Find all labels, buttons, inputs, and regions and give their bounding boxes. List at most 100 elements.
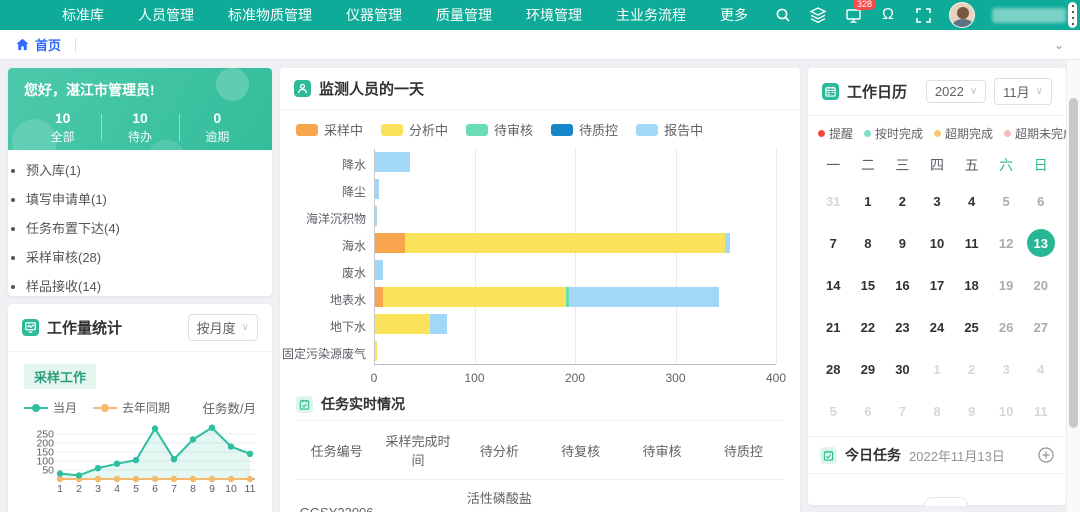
calendar-day[interactable]: 2 (885, 180, 920, 222)
legend-item[interactable]: 当月 (24, 399, 77, 416)
todo-list-item[interactable]: 填写申请单(1) (26, 185, 254, 214)
calendar-day[interactable]: 6 (1023, 180, 1058, 222)
calendar-day[interactable]: 16 (885, 264, 920, 306)
todo-list-item[interactable]: 采样审核(28) (26, 243, 254, 272)
calendar-day[interactable]: 7 (816, 222, 851, 264)
calendar-day[interactable]: 8 (851, 222, 886, 264)
calendar-day[interactable]: 11 (954, 222, 989, 264)
calendar-day[interactable]: 5 (989, 180, 1024, 222)
bar-row[interactable]: 海洋沉积物 (374, 203, 776, 230)
calendar-day[interactable]: 2 (954, 348, 989, 390)
bar-row[interactable]: 固定污染源废气 (374, 338, 776, 365)
calendar-day[interactable]: 4 (1023, 348, 1058, 390)
svg-text:5: 5 (133, 483, 139, 495)
nav-item[interactable]: 质量管理 (436, 5, 492, 25)
today-tasks-header: 今日任务 2022年11月13日 (808, 436, 1066, 474)
greeting-text: 您好，湛江市管理员! (24, 80, 256, 100)
omega-icon[interactable]: Ω (879, 6, 897, 24)
legend-item[interactable]: 分析中 (381, 120, 448, 139)
collapse-handle[interactable] (924, 497, 968, 506)
calendar-day[interactable]: 28 (816, 348, 851, 390)
bar-row[interactable]: 地表水 (374, 284, 776, 311)
nav-item[interactable]: 人员管理 (138, 5, 194, 25)
calendar-day[interactable]: 14 (816, 264, 851, 306)
calendar-day-selected[interactable]: 13 (1023, 222, 1058, 264)
legend-item[interactable]: 采样中 (296, 120, 363, 139)
notifications-icon[interactable]: 328 (844, 6, 862, 24)
calendar-day[interactable]: 9 (885, 222, 920, 264)
today-date: 2022年11月13日 (909, 446, 1005, 465)
breadcrumb-home[interactable]: 首页 (16, 35, 61, 54)
x-tick-label: 200 (565, 371, 585, 385)
scrollbar-thumb[interactable] (1069, 98, 1078, 428)
fullscreen-icon[interactable] (914, 6, 932, 24)
calendar-day[interactable]: 31 (816, 180, 851, 222)
bar-row[interactable]: 降水 (374, 149, 776, 176)
legend-item[interactable]: 待审核 (466, 120, 533, 139)
chevron-down-icon[interactable]: ⌄ (1054, 38, 1064, 52)
nav-item[interactable]: 标准库 (62, 5, 104, 25)
nav-item[interactable]: 主业务流程 (616, 5, 686, 25)
todo-list-item[interactable]: 任务布置下达(4) (26, 214, 254, 243)
bar-segment (405, 233, 725, 253)
legend-item[interactable]: 去年同期 (93, 399, 170, 416)
calendar-day[interactable]: 10 (920, 222, 955, 264)
plus-icon[interactable] (1038, 447, 1054, 463)
nav-item[interactable]: 环境管理 (526, 5, 582, 25)
calendar-week-row: 14151617181920 (816, 264, 1058, 306)
calendar-day[interactable]: 15 (851, 264, 886, 306)
side-widget-pill[interactable] (1068, 2, 1077, 28)
table-row[interactable]: GGSY22006活性磷酸盐总磷 (296, 480, 784, 512)
calendar-day[interactable]: 24 (920, 306, 955, 348)
todo-stat-label: 全部 (24, 128, 101, 145)
calendar-day[interactable]: 4 (954, 180, 989, 222)
calendar-day[interactable]: 26 (989, 306, 1024, 348)
year-select[interactable]: 2022 ∨ (926, 80, 986, 103)
breadcrumb-bar: 首页 ⌄ (0, 30, 1080, 60)
calendar-day[interactable]: 29 (851, 348, 886, 390)
calendar-week-row: 78910111213 (816, 222, 1058, 264)
todo-list-item[interactable]: 样品接收(14) (26, 272, 254, 296)
legend-item[interactable]: 待质控 (551, 120, 618, 139)
calendar-day[interactable]: 12 (989, 222, 1024, 264)
calendar-day[interactable]: 10 (989, 390, 1024, 432)
calendar-day[interactable]: 9 (954, 390, 989, 432)
calendar-day[interactable]: 30 (885, 348, 920, 390)
todo-header: 您好，湛江市管理员! 10全部10待办0逾期 (8, 68, 272, 150)
calendar-day[interactable]: 5 (816, 390, 851, 432)
layers-icon[interactable] (809, 6, 827, 24)
nav-item[interactable]: 更多 (720, 5, 748, 25)
bar-row[interactable]: 地下水 (374, 311, 776, 338)
calendar-day[interactable]: 17 (920, 264, 955, 306)
calendar-day[interactable]: 22 (851, 306, 886, 348)
calendar-day[interactable]: 8 (920, 390, 955, 432)
month-select[interactable]: 11月 ∨ (994, 78, 1052, 105)
calendar-day[interactable]: 3 (989, 348, 1024, 390)
calendar-day[interactable]: 25 (954, 306, 989, 348)
calendar-day[interactable]: 21 (816, 306, 851, 348)
legend-item[interactable]: 报告中 (636, 120, 703, 139)
nav-item[interactable]: 仪器管理 (346, 5, 402, 25)
calendar-day[interactable]: 19 (989, 264, 1024, 306)
bar-row[interactable]: 降尘 (374, 176, 776, 203)
calendar-day[interactable]: 18 (954, 264, 989, 306)
calendar-day[interactable]: 1 (851, 180, 886, 222)
table-column-header: 待分析 (459, 421, 540, 480)
calendar-day[interactable]: 1 (920, 348, 955, 390)
calendar-day[interactable]: 6 (851, 390, 886, 432)
bar-row[interactable]: 海水 (374, 230, 776, 257)
calendar-day[interactable]: 3 (920, 180, 955, 222)
sampling-tag: 采样工作 (24, 364, 96, 389)
calendar-day[interactable]: 27 (1023, 306, 1058, 348)
nav-item[interactable]: 标准物质管理 (228, 5, 312, 25)
calendar-legend-item: 提醒 (818, 125, 853, 142)
bar-row[interactable]: 废水 (374, 257, 776, 284)
user-avatar[interactable] (949, 2, 975, 28)
workload-filter-select[interactable]: 按月度 ∨ (188, 314, 258, 341)
calendar-day[interactable]: 7 (885, 390, 920, 432)
calendar-day[interactable]: 23 (885, 306, 920, 348)
todo-list-item[interactable]: 预入库(1) (26, 156, 254, 185)
calendar-day[interactable]: 20 (1023, 264, 1058, 306)
calendar-day[interactable]: 11 (1023, 390, 1058, 432)
search-icon[interactable] (774, 6, 792, 24)
